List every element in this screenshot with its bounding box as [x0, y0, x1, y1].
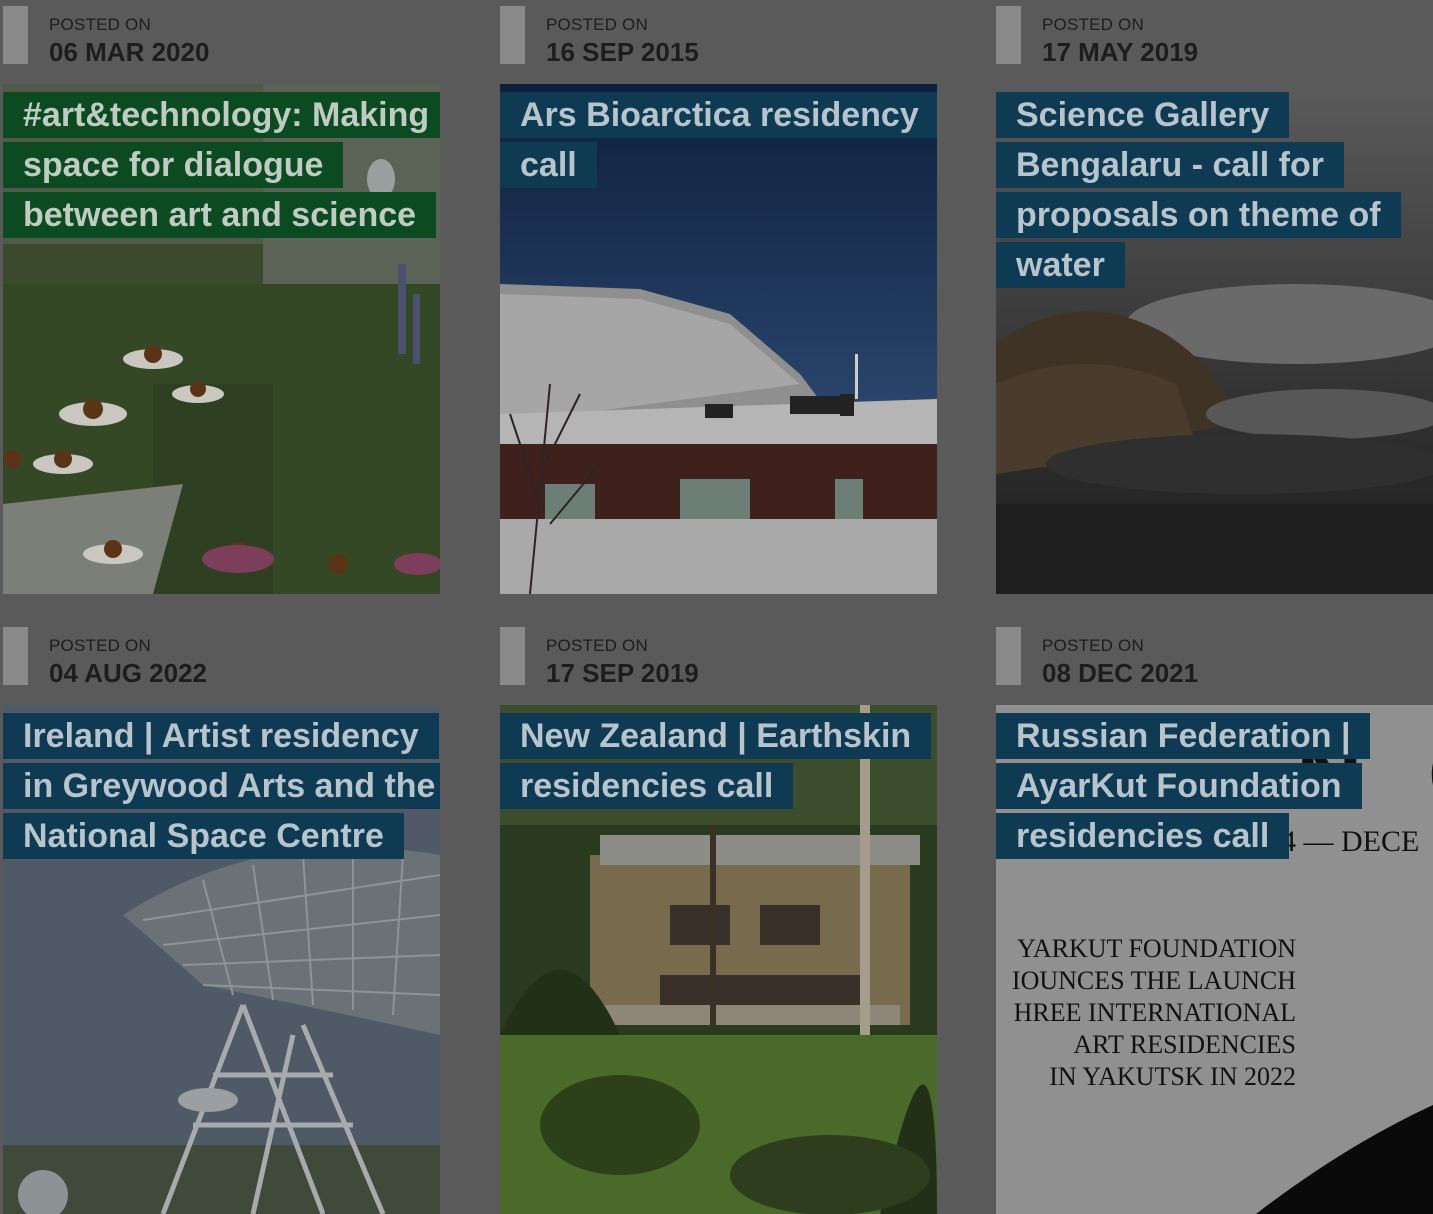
posted-on-label: POSTED ON	[49, 636, 151, 655]
post-date: 17 MAY 2019	[1042, 37, 1199, 67]
post-meta: POSTED ON 08 DEC 2021	[996, 627, 1433, 705]
post-title-text[interactable]: Ireland | Artist residency in Greywood A…	[3, 713, 440, 859]
date-marker	[500, 627, 525, 685]
post-date: 04 AUG 2022	[49, 658, 208, 688]
posted-on-label: POSTED ON	[1042, 636, 1144, 655]
post-title-text[interactable]: Ars Bioarctica residency call	[500, 92, 937, 188]
post-card: POSTED ON 04 AUG 2022 Ireland | Artist r…	[3, 627, 440, 1214]
post-title[interactable]: Science Gallery Bengalaru - call for pro…	[996, 90, 1433, 290]
post-card: POSTED ON 17 MAY 2019 Science Gallery Be…	[996, 6, 1433, 594]
post-thumbnail-link[interactable]: Science Gallery Bengalaru - call for pro…	[996, 84, 1433, 594]
post-card: POSTED ON 06 MAR 2020 #art&technology: M…	[3, 6, 440, 594]
post-meta: POSTED ON 04 AUG 2022	[3, 627, 440, 705]
post-date: 17 SEP 2019	[546, 658, 699, 688]
post-title-text[interactable]: Russian Federation | AyarKut Foundation …	[996, 713, 1371, 859]
posted-on-label: POSTED ON	[546, 636, 648, 655]
date-marker	[3, 6, 28, 64]
post-thumbnail-link[interactable]: N C 14 — DECE YARKUT FOUNDATION IOUNCES …	[996, 705, 1433, 1214]
post-thumbnail-link[interactable]: Ars Bioarctica residency call	[500, 84, 937, 594]
post-title[interactable]: Russian Federation | AyarKut Foundation …	[996, 711, 1433, 861]
post-date: 16 SEP 2015	[546, 37, 699, 67]
post-meta: POSTED ON 17 SEP 2019	[500, 627, 937, 705]
post-meta: POSTED ON 17 MAY 2019	[996, 6, 1433, 84]
post-title-text[interactable]: Science Gallery Bengalaru - call for pro…	[996, 92, 1401, 288]
post-title-text[interactable]: New Zealand | Earthskin residencies call	[500, 713, 932, 809]
post-title-text[interactable]: #art&technology: Making space for dialog…	[3, 92, 440, 238]
post-thumbnail-link[interactable]: New Zealand | Earthskin residencies call	[500, 705, 937, 1214]
date-marker	[500, 6, 525, 64]
post-thumbnail-link[interactable]: #art&technology: Making space for dialog…	[3, 84, 440, 594]
post-card: POSTED ON 16 SEP 2015 Ars Bioarctica res…	[500, 6, 937, 594]
post-meta: POSTED ON 06 MAR 2020	[3, 6, 440, 84]
posted-on-label: POSTED ON	[1042, 15, 1144, 34]
post-date: 08 DEC 2021	[1042, 658, 1199, 688]
post-card: POSTED ON 17 SEP 2019 New Zealand | Eart…	[500, 627, 937, 1214]
post-card: POSTED ON 08 DEC 2021 N C 14 — DECE YARK…	[996, 627, 1433, 1214]
post-thumbnail-link[interactable]: Ireland | Artist residency in Greywood A…	[3, 705, 440, 1214]
date-marker	[996, 627, 1021, 685]
date-marker	[3, 627, 28, 685]
post-title[interactable]: Ars Bioarctica residency call	[500, 90, 937, 190]
post-title[interactable]: Ireland | Artist residency in Greywood A…	[3, 711, 440, 861]
posted-on-label: POSTED ON	[49, 15, 151, 34]
posts-grid: POSTED ON 06 MAR 2020 #art&technology: M…	[0, 0, 1433, 1214]
date-marker	[996, 6, 1021, 64]
post-date: 06 MAR 2020	[49, 37, 210, 67]
posted-on-label: POSTED ON	[546, 15, 648, 34]
post-title[interactable]: New Zealand | Earthskin residencies call	[500, 711, 937, 811]
post-title[interactable]: #art&technology: Making space for dialog…	[3, 90, 440, 240]
post-meta: POSTED ON 16 SEP 2015	[500, 6, 937, 84]
